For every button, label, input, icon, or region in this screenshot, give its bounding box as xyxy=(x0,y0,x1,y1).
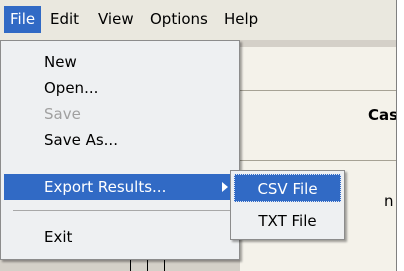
menu-file[interactable]: File xyxy=(4,6,42,33)
menu-help[interactable]: Help xyxy=(218,6,264,33)
export-submenu: CSV File TXT File xyxy=(230,170,345,240)
menu-item-export-label: Export Results... xyxy=(44,178,167,196)
menu-item-save-as[interactable]: Save As... xyxy=(4,127,236,153)
submenu-item-csv-file[interactable]: CSV File xyxy=(234,174,341,202)
submenu-arrow-icon xyxy=(222,182,228,192)
window-frame-edge xyxy=(396,0,404,271)
menu-edit[interactable]: Edit xyxy=(44,6,85,33)
menu-item-export-results[interactable]: Export Results... xyxy=(4,174,236,200)
menu-item-open[interactable]: Open... xyxy=(4,75,236,101)
menu-item-new[interactable]: New xyxy=(4,49,236,75)
application-window: File Edit View Options Help Cas n New Op… xyxy=(0,0,404,271)
divider xyxy=(240,90,396,91)
divider xyxy=(240,160,396,161)
menu-separator xyxy=(13,210,233,211)
file-menu-dropdown: New Open... Save Save As... Export Resul… xyxy=(0,40,240,260)
menu-options[interactable]: Options xyxy=(144,6,214,33)
menu-item-save: Save xyxy=(44,105,81,123)
heading-fragment: Cas xyxy=(368,106,399,124)
menu-bar: File Edit View Options Help xyxy=(0,0,404,41)
label-fragment: n xyxy=(384,192,394,210)
submenu-item-txt-file[interactable]: TXT File xyxy=(234,207,341,235)
menu-item-exit[interactable]: Exit xyxy=(4,224,236,250)
menu-view[interactable]: View xyxy=(92,6,140,33)
